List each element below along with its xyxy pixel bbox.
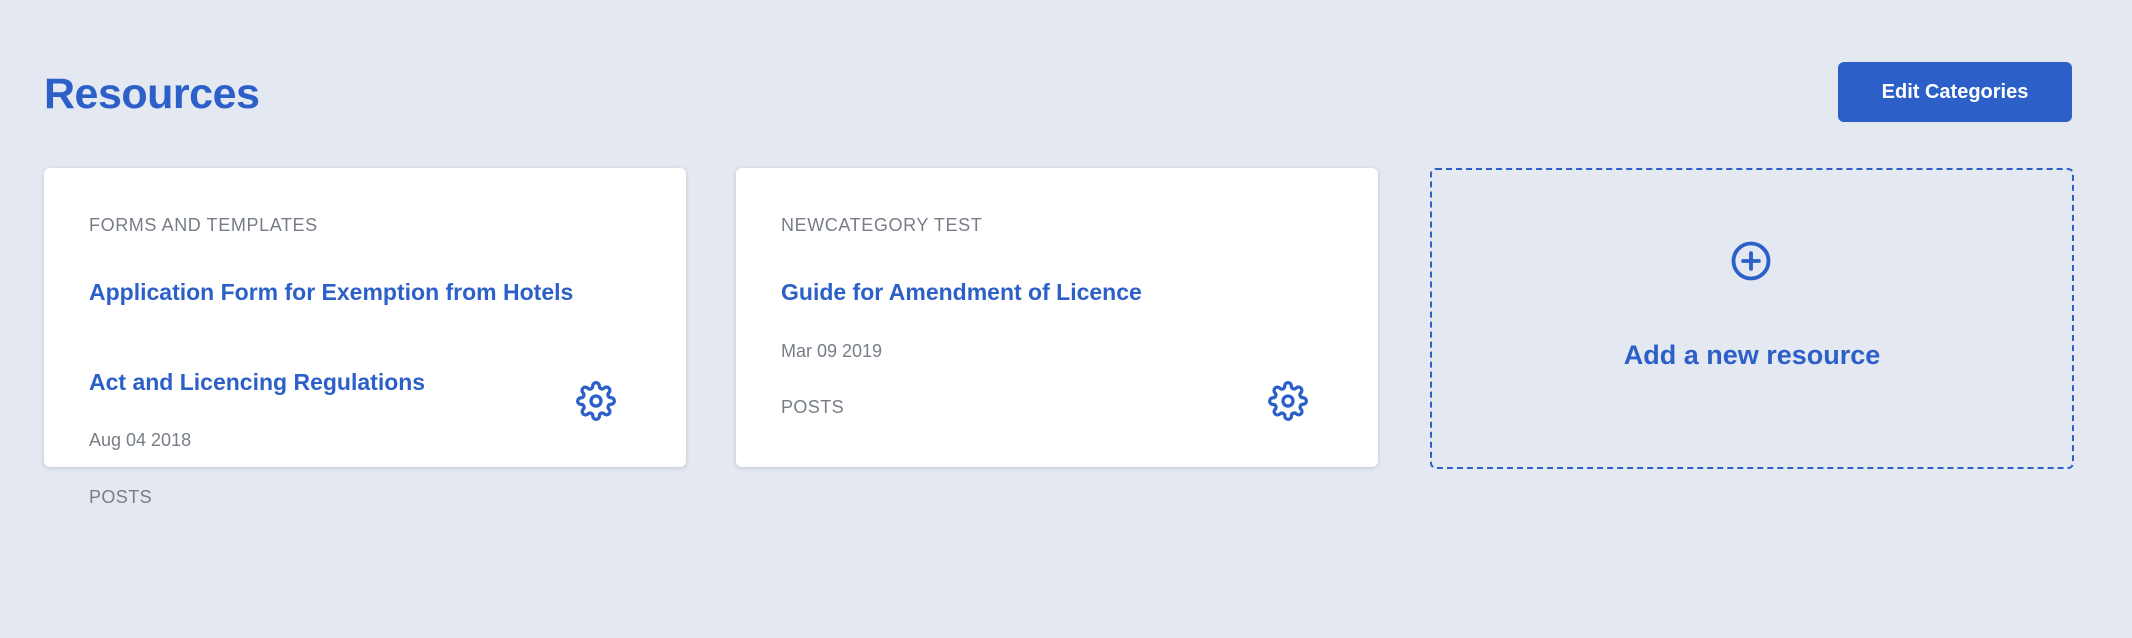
resource-category: FORMS AND TEMPLATES (89, 215, 318, 235)
resource-card[interactable]: FORMS AND TEMPLATES Application Form for… (44, 168, 686, 507)
resource-type: POSTS (89, 487, 153, 507)
resource-title-link[interactable]: Guide for Amendment of Licence (781, 247, 1301, 337)
add-resource-card[interactable]: Add a new resource (1430, 168, 2074, 469)
resource-title-text: Guide for Amendment of Licence (781, 279, 1142, 305)
plus-circle-icon (1731, 241, 1771, 281)
resource-date: Aug 04 2018 (89, 430, 192, 450)
add-resource-label: Add a new resource (1623, 340, 1881, 370)
gear-icon[interactable] (1268, 381, 1308, 421)
resource-date: Mar 09 2019 (781, 341, 883, 361)
gear-icon[interactable] (576, 381, 616, 421)
page-title: Resources (44, 70, 260, 118)
resource-category: NEWCATEGORY TEST (781, 215, 983, 235)
edit-categories-button[interactable]: Edit Categories (1838, 62, 2072, 122)
resource-title-text: Application Form for Exemption from Hote… (89, 279, 574, 395)
resource-card[interactable]: NEWCATEGORY TEST Guide for Amendment of … (736, 168, 1378, 467)
resource-title-link[interactable]: Application Form for Exemption from Hote… (89, 247, 609, 427)
resource-type: POSTS (781, 397, 845, 417)
